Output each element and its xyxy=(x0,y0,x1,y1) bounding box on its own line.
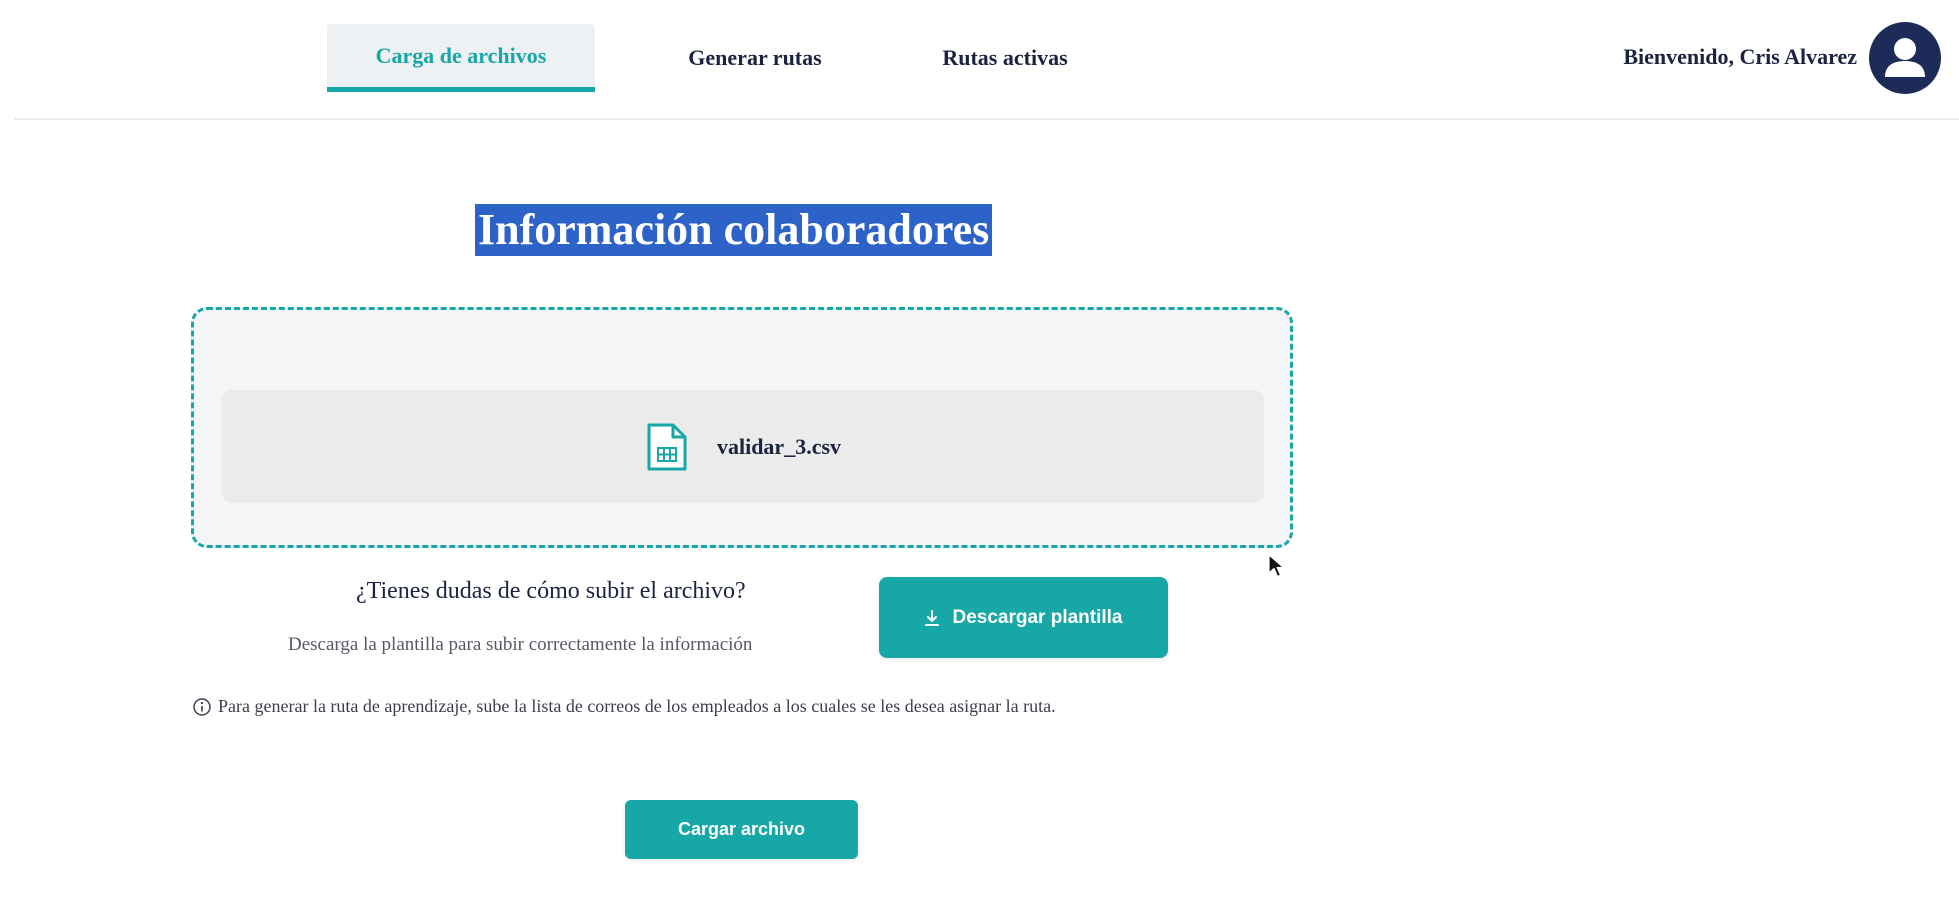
tab-generar-rutas[interactable]: Generar rutas xyxy=(655,24,855,92)
selected-file: validar_3.csv xyxy=(222,390,1264,503)
download-template-label: Descargar plantilla xyxy=(952,606,1123,628)
file-dropzone[interactable]: validar_3.csv xyxy=(191,307,1293,548)
welcome-message: Bienvenido, Cris Alvarez xyxy=(1623,44,1857,69)
help-question: ¿Tienes dudas de cómo subir el archivo? xyxy=(356,578,746,604)
page-title: Información colaboradores xyxy=(475,204,993,256)
download-icon xyxy=(924,609,940,627)
tab-carga-de-archivos[interactable]: Carga de archivos xyxy=(327,24,595,92)
info-note: Para generar la ruta de aprendizaje, sub… xyxy=(192,696,1056,717)
user-icon xyxy=(1885,38,1925,77)
user-avatar-button[interactable] xyxy=(1869,22,1941,94)
tab-rutas-activas[interactable]: Rutas activas xyxy=(915,24,1095,92)
help-subtitle: Descarga la plantilla para subir correct… xyxy=(288,634,753,655)
upload-file-button[interactable]: Cargar archivo xyxy=(625,800,858,859)
info-icon xyxy=(192,697,212,717)
file-name: validar_3.csv xyxy=(716,433,842,459)
mouse-pointer-icon xyxy=(1267,553,1285,579)
spreadsheet-file-icon xyxy=(645,421,689,473)
download-template-button[interactable]: Descargar plantilla xyxy=(879,577,1168,658)
info-text: Para generar la ruta de aprendizaje, sub… xyxy=(218,696,1056,716)
top-navigation-bar: Carga de archivos Generar rutas Rutas ac… xyxy=(14,0,1959,120)
